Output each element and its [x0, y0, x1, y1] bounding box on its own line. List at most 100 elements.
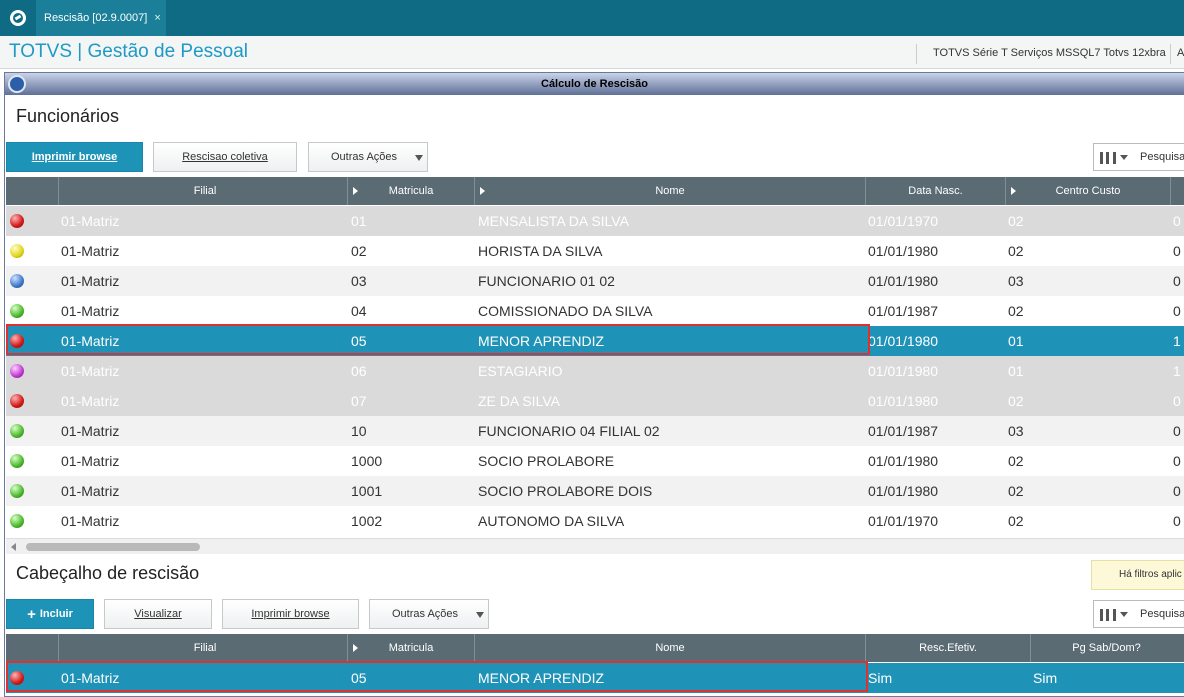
cell-extra: 0 — [1173, 213, 1181, 229]
cell-filial: 01-Matriz — [61, 423, 120, 439]
cell-centro-custo: 02 — [1008, 213, 1024, 229]
more-actions-dropdown[interactable]: Outras Ações — [308, 142, 428, 172]
cell-nome: SOCIO PROLABORE DOIS — [478, 483, 653, 499]
column-selector-2[interactable] — [1093, 600, 1135, 628]
cell-filial: 01-Matriz — [61, 213, 120, 229]
close-icon[interactable]: × — [154, 12, 160, 24]
collective-termination-button[interactable]: Rescisao coletiva — [153, 142, 297, 172]
table-row[interactable]: 01-Matriz 07 ZE DA SILVA 01/01/1980 02 0 — [6, 386, 1184, 416]
table-row[interactable]: 01-Matriz 1001 SOCIO PROLABORE DOIS 01/01/1… — [6, 476, 1184, 506]
scroll-left-icon[interactable] — [11, 543, 16, 551]
chevron-down-icon — [415, 155, 423, 161]
cell-data-nasc: 01/01/1970 — [868, 513, 939, 529]
more-actions-dropdown-2[interactable]: Outras Ações — [369, 599, 489, 629]
column-selector[interactable] — [1093, 143, 1135, 171]
cell-extra: 1 — [1173, 333, 1181, 349]
add-button-label: Incluir — [39, 608, 73, 620]
print-browse-button[interactable]: Imprimir browse — [6, 142, 143, 172]
app-title: TOTVS | Gestão de Pessoal — [9, 41, 249, 62]
cell-filial: 01-Matriz — [61, 453, 120, 469]
col-filial[interactable]: Filial — [58, 634, 351, 662]
cell-extra: 0 — [1173, 273, 1181, 289]
col-extra — [1170, 177, 1184, 205]
table-row[interactable]: 01-Matriz 02 HORISTA DA SILVA 01/01/1980 02 0 — [6, 236, 1184, 266]
cell-centro-custo: 02 — [1008, 243, 1024, 259]
home-icon[interactable] — [0, 0, 36, 36]
cell-extra: 0 — [1173, 393, 1181, 409]
table-row[interactable]: 01-Matriz 03 FUNCIONARIO 01 02 01/01/1980 03… — [6, 266, 1184, 296]
cell-matricula: 04 — [351, 303, 367, 319]
cell-extra: 0 — [1173, 513, 1181, 529]
cell-filial: 01-Matriz — [61, 363, 120, 379]
header-cut-item[interactable]: A — [1170, 44, 1184, 64]
col-resc-efetiv[interactable]: Resc.Efetiv. — [865, 634, 1030, 662]
cell-filial: 01-Matriz — [61, 243, 120, 259]
tab-title: Rescisão [02.9.0007] — [44, 12, 148, 24]
table-row[interactable]: 01-Matriz 05 MENOR APRENDIZ Sim Sim — [6, 663, 1184, 693]
cell-extra: 1 — [1173, 363, 1181, 379]
cell-data-nasc: 01/01/1980 — [868, 453, 939, 469]
system-info: TOTVS Série T Serviços MSSQL7 Totvs 12xb… — [916, 44, 1166, 64]
scrollbar-thumb[interactable] — [26, 543, 200, 551]
status-green-icon — [10, 514, 24, 528]
cell-matricula: 07 — [351, 393, 367, 409]
tab-rescisao[interactable]: Rescisão [02.9.0007] × — [36, 0, 166, 36]
col-nome[interactable]: Nome — [474, 634, 865, 662]
status-green-icon — [10, 454, 24, 468]
cell-filial: 01-Matriz — [61, 303, 120, 319]
col-matricula[interactable]: Matricula — [347, 634, 474, 662]
section-title-funcionarios: Funcionários — [16, 106, 120, 126]
add-button[interactable]: + Incluir — [6, 599, 94, 629]
cell-filial: 01-Matriz — [61, 483, 120, 499]
table-row[interactable]: 01-Matriz 1002 AUTONOMO DA SILVA 01/01/1970… — [6, 506, 1184, 536]
status-green-icon — [10, 484, 24, 498]
cell-matricula: 01 — [351, 213, 367, 229]
cell-centro-custo: 02 — [1008, 453, 1024, 469]
cell-nome: FUNCIONARIO 01 02 — [478, 273, 615, 289]
cell-centro-custo: 02 — [1008, 303, 1024, 319]
sort-icon — [353, 644, 358, 652]
table-row[interactable]: 01-Matriz 05 MENOR APRENDIZ 01/01/1980 01 1 — [6, 326, 1184, 356]
columns-icon — [1100, 609, 1116, 621]
window-title: Cálculo de Rescisão — [5, 73, 1184, 95]
status-green-icon — [10, 304, 24, 318]
view-button[interactable]: Visualizar — [104, 599, 212, 629]
cell-matricula: 10 — [351, 423, 367, 439]
table-row[interactable]: 01-Matriz 1000 SOCIO PROLABORE 01/01/1980 02… — [6, 446, 1184, 476]
cell-data-nasc: 01/01/1987 — [868, 423, 939, 439]
more-actions-label: Outras Ações — [331, 151, 398, 163]
cell-centro-custo: 02 — [1008, 393, 1024, 409]
cell-extra: 0 — [1173, 483, 1181, 499]
search-input-2[interactable]: Pesquisa — [1134, 600, 1184, 628]
status-red-icon — [10, 394, 24, 408]
chevron-down-icon — [1120, 612, 1128, 617]
table-row[interactable]: 01-Matriz 01 MENSALISTA DA SILVA 01/01/1970… — [6, 206, 1184, 236]
search-input[interactable]: Pesquisa — [1134, 143, 1184, 171]
cell-filial: 01-Matriz — [61, 670, 120, 686]
cell-data-nasc: 01/01/1980 — [868, 333, 939, 349]
print-browse-button-2[interactable]: Imprimir browse — [222, 599, 359, 629]
col-pg-sab-dom[interactable]: Pg Sab/Dom? — [1030, 634, 1182, 662]
col-nome[interactable]: Nome — [474, 177, 865, 205]
table-row[interactable]: 01-Matriz 06 ESTAGIARIO 01/01/1980 01 1 — [6, 356, 1184, 386]
cell-nome: ESTAGIARIO — [478, 363, 563, 379]
cell-matricula: 1000 — [351, 453, 383, 469]
table-row[interactable]: 01-Matriz 04 COMISSIONADO DA SILVA 01/01/19… — [6, 296, 1184, 326]
status-magenta-icon — [10, 364, 24, 378]
cell-nome: MENSALISTA DA SILVA — [478, 213, 629, 229]
table-row[interactable]: 01-Matriz 10 FUNCIONARIO 04 FILIAL 02 01/01… — [6, 416, 1184, 446]
status-red-icon — [10, 671, 24, 685]
col-data-nasc[interactable]: Data Nasc. — [865, 177, 1005, 205]
horizontal-scrollbar[interactable] — [6, 538, 1184, 554]
col-centro-custo[interactable]: Centro Custo — [1005, 177, 1170, 205]
columns-icon — [1100, 152, 1116, 164]
status-yellow-icon — [10, 244, 24, 258]
chevron-down-icon — [476, 612, 484, 618]
cell-pg-sab-dom: Sim — [1033, 670, 1058, 686]
chevron-down-icon — [1120, 155, 1128, 160]
col-filial[interactable]: Filial — [58, 177, 351, 205]
status-green-icon — [10, 424, 24, 438]
col-matricula[interactable]: Matricula — [347, 177, 474, 205]
cell-centro-custo: 01 — [1008, 333, 1024, 349]
cell-nome: COMISSIONADO DA SILVA — [478, 303, 653, 319]
